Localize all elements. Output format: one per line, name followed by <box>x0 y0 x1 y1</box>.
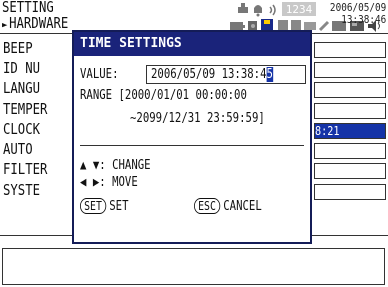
time-value-text: 2006/05/09 13:38:4 <box>151 67 267 82</box>
menu-item-filter[interactable]: FILTER <box>3 162 47 177</box>
beep-value-box[interactable] <box>314 42 386 58</box>
menu-item-clock[interactable]: CLOCK <box>3 122 40 137</box>
subtitle-text: HARDWARE <box>9 14 69 32</box>
counter-icon: 1234 <box>282 2 316 16</box>
menu-item-auto[interactable]: AUTO <box>3 142 33 157</box>
menu-item-language[interactable]: LANGU <box>3 81 40 96</box>
change-hint: ▲ ▼: CHANGE <box>80 158 151 173</box>
header-datetime: 2006/05/09 13:38:46 <box>320 2 386 26</box>
page-subtitle: ► HARDWARE <box>2 16 68 32</box>
range-start: RANGE [2000/01/01 00:00:00 <box>80 88 247 103</box>
page-title: SETTING <box>2 0 54 16</box>
triangle-right-icon: ► <box>2 18 8 31</box>
filter-value-box[interactable] <box>314 163 386 179</box>
clock-value: 8:21 <box>315 124 340 138</box>
set-key-badge: SET <box>80 198 106 214</box>
message-box <box>2 248 385 285</box>
menu-item-beep[interactable]: BEEP <box>3 41 33 56</box>
header-time: 13:38:46 <box>340 13 386 26</box>
cancel-label: CANCEL <box>223 199 262 214</box>
menu-item-temperature[interactable]: TEMPER <box>3 102 47 117</box>
dialog-divider <box>80 145 304 146</box>
temperature-value-box[interactable] <box>314 103 386 119</box>
clock-value-box[interactable]: 8:21 <box>314 123 386 139</box>
system-value-box[interactable] <box>314 184 386 200</box>
move-hint: ◀ ▶: MOVE <box>80 175 138 190</box>
menu-item-id-number[interactable]: ID NU <box>3 61 40 76</box>
esc-key-badge: ESC <box>194 198 220 214</box>
usb-icon <box>238 3 248 13</box>
counter-text: 1234 <box>286 3 313 16</box>
dialog-title-bar: TIME SETTINGS <box>74 32 310 56</box>
value-label: VALUE: <box>80 67 119 82</box>
set-button[interactable]: SET SET <box>80 198 129 214</box>
auto-value-box[interactable] <box>314 143 386 159</box>
set-label: SET <box>109 199 129 214</box>
range-end: ~2099/12/31 23:59:59] <box>130 111 265 126</box>
bell-icon <box>254 5 262 17</box>
cancel-button[interactable]: ESC CANCEL <box>194 198 262 214</box>
time-settings-dialog: TIME SETTINGS VALUE: 2006/05/09 13:38:45… <box>72 30 312 244</box>
edit-cursor[interactable]: 5 <box>266 67 273 82</box>
dialog-title: TIME SETTINGS <box>80 36 182 51</box>
menu-item-system[interactable]: SYSTE <box>3 183 40 198</box>
time-value-field[interactable]: 2006/05/09 13:38:45 <box>146 65 306 84</box>
language-value-box[interactable] <box>314 82 386 98</box>
id-number-value-box[interactable] <box>314 62 386 78</box>
sound-icon <box>269 4 276 16</box>
